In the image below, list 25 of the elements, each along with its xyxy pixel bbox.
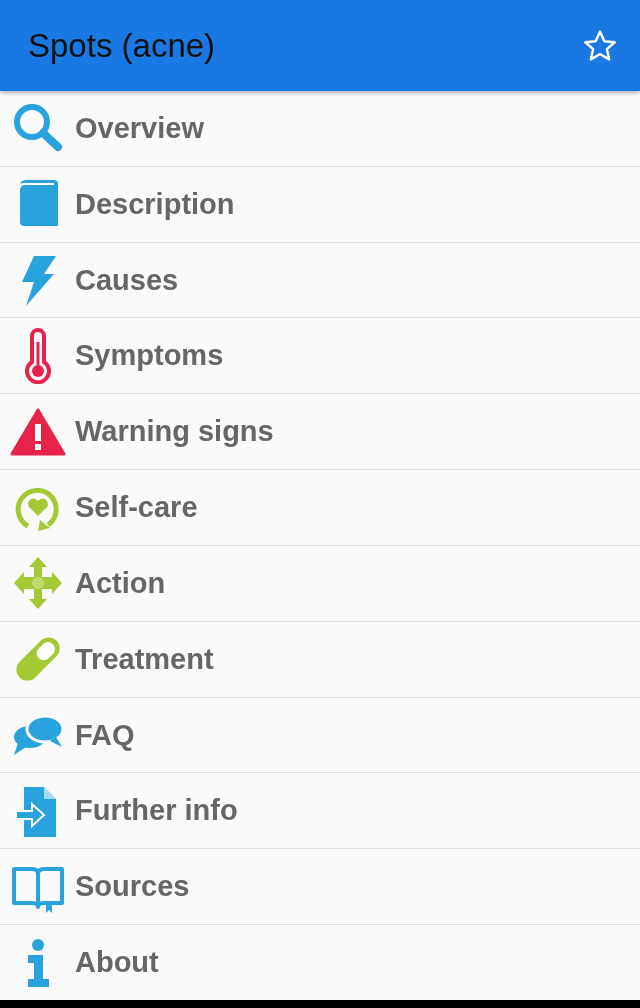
menu-item-label: Description: [75, 187, 235, 221]
menu-item[interactable]: About: [0, 925, 640, 1000]
menu-item-label: Symptoms: [75, 339, 224, 373]
menu-item[interactable]: Sources: [0, 849, 640, 926]
menu-item[interactable]: Action: [0, 545, 640, 622]
menu-item[interactable]: Treatment: [0, 621, 640, 698]
menu-item-label: Further info: [75, 794, 238, 828]
menu-item[interactable]: FAQ: [0, 697, 640, 774]
menu-item-label: Self-care: [75, 491, 198, 525]
menu-item-label: Sources: [75, 870, 190, 904]
menu-item-label: About: [75, 946, 159, 979]
menu-item-label: Causes: [75, 263, 179, 297]
menu-item[interactable]: Description: [0, 166, 640, 243]
menu-item[interactable]: Further info: [0, 773, 640, 850]
menu-item-label: Warning signs: [75, 415, 274, 449]
menu-item[interactable]: Warning signs: [0, 394, 640, 471]
menu-item-label: Treatment: [75, 642, 214, 676]
menu-item[interactable]: Overview: [0, 91, 640, 167]
menu-item[interactable]: Self-care: [0, 470, 640, 546]
screen-title: Spots (acne): [28, 26, 216, 65]
menu-item[interactable]: Symptoms: [0, 318, 640, 395]
menu-item-label: Overview: [75, 111, 204, 145]
menu-item-label: FAQ: [75, 718, 135, 752]
menu-item-label: Action: [75, 566, 166, 600]
menu-item[interactable]: Causes: [0, 242, 640, 319]
